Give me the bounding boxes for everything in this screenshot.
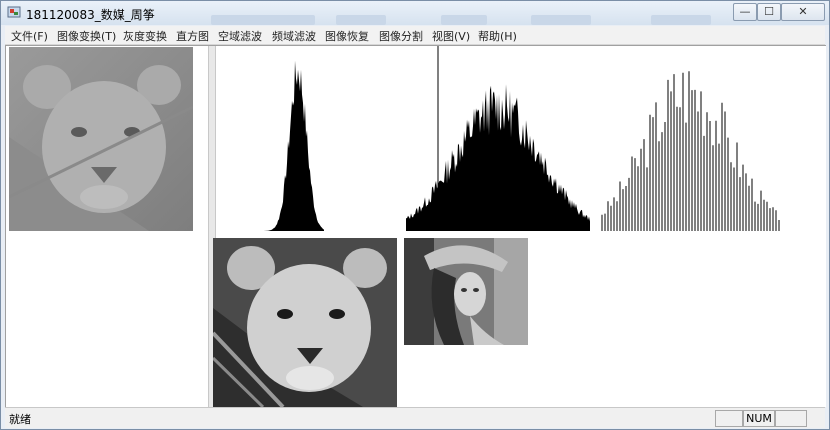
taskbar-ghost: [336, 15, 386, 25]
menu-gray[interactable]: 灰度变换: [123, 28, 167, 44]
menu-view[interactable]: 视图(V): [432, 28, 470, 44]
menu-transform[interactable]: 图像变换(T): [57, 28, 116, 44]
reference-image: [404, 238, 528, 345]
status-num: NUM: [743, 410, 775, 427]
histogram-equalized: [601, 71, 780, 231]
window-title: 181120083_数媒_周筝: [26, 8, 155, 22]
menu-spatial-filter[interactable]: 空域滤波: [218, 28, 262, 44]
app-icon: [7, 6, 21, 18]
status-pane-empty: [775, 410, 807, 427]
minimize-button[interactable]: —: [733, 3, 757, 21]
menu-help[interactable]: 帮助(H): [478, 28, 517, 44]
status-pane-empty: [715, 410, 743, 427]
result-image: [213, 238, 397, 407]
close-button[interactable]: ✕: [781, 3, 825, 21]
taskbar-ghost: [441, 15, 487, 25]
status-bar: 就绪 NUM: [5, 407, 825, 428]
taskbar-ghost: [531, 15, 591, 25]
document-view: [5, 45, 826, 407]
histogram-reference: [406, 46, 590, 231]
taskbar-ghost: [651, 15, 711, 25]
menu-restore[interactable]: 图像恢复: [325, 28, 369, 44]
maximize-button[interactable]: ☐: [757, 3, 781, 21]
menu-file[interactable]: 文件(F): [11, 28, 48, 44]
original-image: [9, 47, 193, 231]
app-window: 181120083_数媒_周筝 — ☐ ✕ 文件(F) 图像变换(T) 灰度变换…: [0, 0, 830, 430]
taskbar-ghost: [211, 15, 315, 25]
histogram-original: [262, 60, 324, 231]
title-bar[interactable]: 181120083_数媒_周筝 — ☐ ✕: [1, 1, 829, 25]
menu-bar: 文件(F) 图像变换(T) 灰度变换 直方图 空域滤波 频域滤波 图像恢复 图像…: [5, 26, 825, 45]
menu-frequency-filter[interactable]: 频域滤波: [272, 28, 316, 44]
menu-histogram[interactable]: 直方图: [176, 28, 209, 44]
menu-segment[interactable]: 图像分割: [379, 28, 423, 44]
status-text: 就绪: [9, 413, 31, 426]
